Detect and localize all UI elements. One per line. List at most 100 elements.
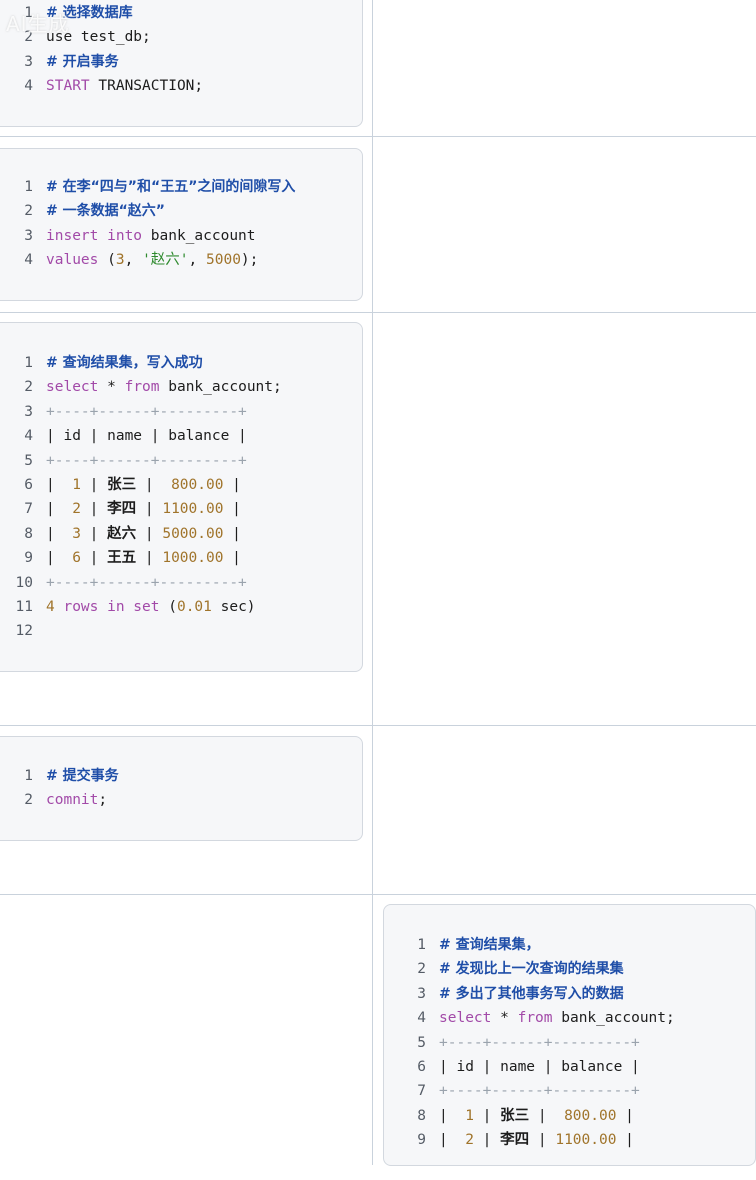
code-token: bank_account; — [552, 1010, 675, 1027]
code-text: # 提交事务 — [46, 764, 119, 788]
code-line: 12 — [0, 619, 362, 643]
code-token: 王五 — [107, 550, 137, 567]
code-token: '赵六' — [142, 252, 189, 269]
line-number: 3 — [24, 403, 33, 420]
code-line: 5 +----+------+---------+ — [0, 449, 362, 473]
line-number: 3 — [24, 227, 33, 244]
code-text: +----+------+---------+ — [439, 1079, 640, 1103]
code-token: +----+------+---------+ — [46, 403, 247, 420]
code-token: 4 — [46, 598, 55, 615]
code-token: * — [98, 379, 125, 396]
code-token: 1100.00 — [162, 501, 224, 518]
code-text: START TRANSACTION; — [46, 74, 203, 98]
code-token: 1000.00 — [162, 550, 224, 567]
code-line: 1 # 提交事务 — [0, 764, 362, 788]
code-block-query-result-2: 1 # 查询结果集， 2 # 发现比上一次查询的结果集 3 # 多出了其他事务写入的数据 4… — [383, 904, 756, 1166]
line-number: 5 — [417, 1034, 426, 1051]
code-line: 6 | 1 | 张三 | 800.00 | — [0, 473, 362, 497]
code-token: | — [473, 1132, 501, 1149]
row-divider — [0, 725, 756, 726]
line-number: 4 — [417, 1010, 426, 1027]
line-number: 6 — [417, 1058, 426, 1075]
code-token: 1100.00 — [555, 1132, 617, 1149]
code-text: | 2 | 李四 | 1100.00 | — [46, 497, 241, 521]
code-block-query-result-1: 1 # 查询结果集，写入成功 2 select * from bank_account… — [0, 322, 363, 672]
code-token: +----+------+---------+ — [439, 1083, 640, 1100]
code-token: ( — [98, 252, 116, 269]
code-token: bank_account — [142, 227, 256, 244]
code-line: 7 | 2 | 李四 | 1100.00 | — [0, 497, 362, 521]
code-token: rows in set — [54, 598, 160, 615]
code-token: | — [136, 550, 163, 567]
code-text: # 多出了其他事务写入的数据 — [439, 982, 624, 1006]
code-token: | — [223, 476, 241, 493]
code-line: 3 # 开启事务 — [0, 50, 362, 74]
code-line: 3 insert into bank_account — [0, 224, 362, 248]
code-line: 2 comnit; — [0, 788, 362, 812]
code-token: 赵六 — [107, 525, 137, 542]
code-text: +----+------+---------+ — [46, 400, 247, 424]
code-line: 8 | 3 | 赵六 | 5000.00 | — [0, 522, 362, 546]
code-text: # 发现比上一次查询的结果集 — [439, 957, 624, 981]
code-token: 2 — [465, 1132, 474, 1149]
code-line: 10 +----+------+---------+ — [0, 571, 362, 595]
line-number: 4 — [24, 78, 33, 95]
code-text: +----+------+---------+ — [439, 1031, 640, 1055]
code-token: | — [616, 1107, 634, 1124]
code-token: | — [136, 501, 163, 518]
code-token: insert into — [46, 227, 143, 244]
line-number: 7 — [24, 501, 33, 518]
code-token: 3 — [72, 525, 81, 542]
code-token: | — [80, 476, 108, 493]
line-number: 4 — [24, 252, 33, 269]
code-token: | — [46, 501, 73, 518]
code-token: 1 — [465, 1107, 474, 1124]
code-token: | id | name | balance | — [46, 428, 247, 445]
code-token: , — [124, 252, 143, 269]
line-number: 8 — [24, 525, 33, 542]
code-token: +----+------+---------+ — [46, 574, 247, 591]
code-text: # 在李“四与”和“王五”之间的间隙写入 — [46, 175, 295, 199]
code-line: 1 # 查询结果集，写入成功 — [0, 351, 362, 375]
code-token: 2 — [72, 501, 81, 518]
code-text: | id | name | balance | — [439, 1055, 640, 1079]
line-number: 4 — [24, 428, 33, 445]
code-text: comnit; — [46, 788, 107, 812]
code-token: +----+------+---------+ — [46, 452, 247, 469]
code-line: 11 4 rows in set (0.01 sec) — [0, 595, 362, 619]
code-token: | — [80, 525, 108, 542]
code-text: insert into bank_account — [46, 224, 256, 248]
code-token: +----+------+---------+ — [439, 1034, 640, 1051]
code-line: 9 | 6 | 王五 | 1000.00 | — [0, 546, 362, 570]
code-token: 6 — [72, 550, 81, 567]
code-line: 4 select * from bank_account; — [384, 1006, 755, 1030]
code-token: | — [529, 1132, 556, 1149]
code-token: ); — [240, 252, 259, 269]
code-token: | — [46, 476, 73, 493]
row-divider — [0, 136, 756, 137]
code-block-commit: 1 # 提交事务 2 comnit; — [0, 736, 363, 841]
code-token: 800.00 — [564, 1107, 617, 1124]
code-text: +----+------+---------+ — [46, 449, 247, 473]
code-line: 2 # 发现比上一次查询的结果集 — [384, 957, 755, 981]
line-number: 2 — [24, 792, 33, 809]
line-number: 1 — [24, 768, 33, 784]
row-divider — [0, 894, 756, 895]
code-token: 0.01 — [176, 598, 212, 615]
line-number: 7 — [417, 1083, 426, 1100]
code-token: , — [188, 252, 206, 269]
code-token: # 提交事务 — [46, 768, 119, 784]
code-text: | 6 | 王五 | 1000.00 | — [46, 546, 241, 570]
code-line: 3 +----+------+---------+ — [0, 400, 362, 424]
code-text: | 2 | 李四 | 1100.00 | — [439, 1128, 634, 1152]
code-text: select * from bank_account; — [46, 375, 282, 399]
code-text: | id | name | balance | — [46, 424, 247, 448]
code-token: 5000 — [206, 252, 241, 269]
code-token: from — [517, 1010, 553, 1027]
code-token: 3 — [115, 252, 125, 269]
code-token: # 在李“四与”和“王五”之间的间隙写入 — [46, 179, 296, 195]
code-token: | — [46, 550, 73, 567]
code-token: ( — [159, 598, 177, 615]
line-number: 3 — [417, 985, 426, 1002]
code-token: # 发现比上一次查询的结果集 — [439, 961, 624, 978]
